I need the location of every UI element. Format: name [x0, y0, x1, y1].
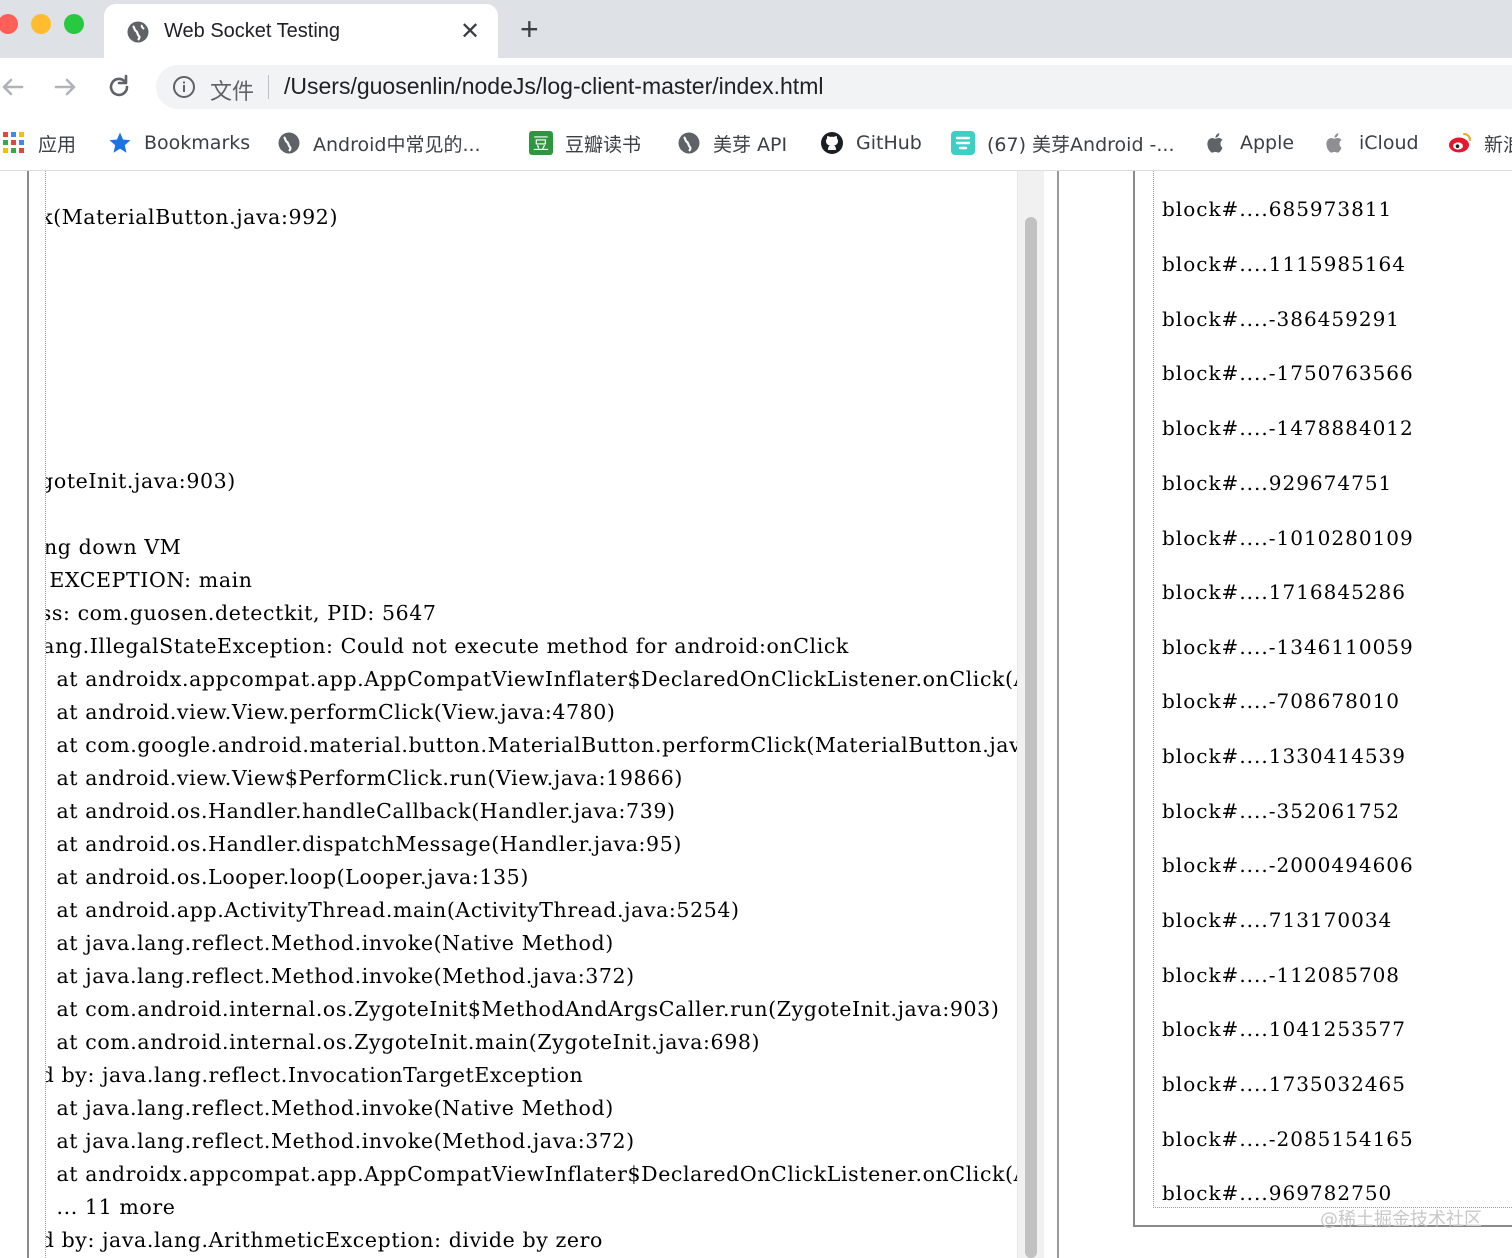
block-item: block#....929674751 [1162, 471, 1393, 495]
block-item: block#....-2000494606 [1162, 853, 1414, 877]
apple-icon [1326, 133, 1342, 153]
bookmarks-bar: 应用 Bookmarks Android中常见的... 豆 豆瓣读书 美芽 AP… [0, 116, 1512, 171]
panel-divider [1057, 171, 1059, 1258]
github-icon [821, 132, 843, 154]
bookmark-douban[interactable]: 豆 豆瓣读书 [529, 128, 641, 158]
globe-icon [127, 21, 149, 43]
apps-grid-icon [3, 132, 24, 153]
block-item: block#....-112085708 [1162, 963, 1401, 987]
block-item: block#....-1346110059 [1162, 635, 1414, 659]
reload-icon[interactable] [104, 72, 134, 102]
block-item: block#....1330414539 [1162, 744, 1406, 768]
bookmark-label: 美芽 API [713, 133, 788, 156]
svg-text:豆: 豆 [533, 134, 549, 153]
block-list[interactable]: block#....685973811 block#....1115985164… [1153, 171, 1512, 1208]
bookmark-apps[interactable]: 应用 [2, 128, 76, 158]
bookmark-label: Bookmarks [144, 132, 251, 154]
bookmark-android-common[interactable]: Android中常见的... [277, 128, 481, 158]
log-output[interactable]: ck(MaterialButton.java:992) ygoteInit.ja… [45, 171, 1018, 1258]
url-text[interactable]: /Users/guosenlin/nodeJs/log-client-maste… [284, 73, 823, 100]
info-icon[interactable] [172, 75, 196, 99]
apple-icon [1207, 133, 1223, 153]
block-item: block#....713170034 [1162, 908, 1393, 932]
scheme-label: 文件 [210, 80, 255, 105]
tab-web-socket-testing[interactable]: Web Socket Testing ✕ [104, 4, 498, 58]
bookmark-sina[interactable]: 新浪 [1448, 128, 1512, 158]
bookmark-github[interactable]: GitHub [820, 128, 922, 158]
block-item: block#....-1750763566 [1162, 361, 1414, 385]
toolbar: 文件 /Users/guosenlin/nodeJs/log-client-ma… [0, 58, 1512, 116]
block-item: block#....-2085154165 [1162, 1127, 1414, 1151]
bookmark-label: 新浪 [1484, 133, 1512, 156]
block-item: block#....-352061752 [1162, 799, 1401, 823]
bookmark-label: (67) 美芽Android -... [987, 133, 1175, 156]
forward-arrow-icon[interactable] [50, 72, 80, 102]
log-text: ck(MaterialButton.java:992) ygoteInit.ja… [45, 205, 1018, 1252]
tab-strip: Web Socket Testing ✕ + [0, 0, 1512, 58]
bookmark-bookmarks[interactable]: Bookmarks [108, 128, 250, 158]
bookmark-label: Android中常见的... [313, 133, 481, 156]
block-item: block#....1115985164 [1162, 252, 1406, 276]
tab-title: Web Socket Testing [164, 20, 341, 42]
globe-icon [678, 132, 700, 154]
omnibox-divider [268, 75, 269, 99]
globe-icon [278, 132, 300, 154]
log-scrollbar[interactable] [1017, 171, 1044, 1258]
block-item: block#....969782750 [1162, 1181, 1393, 1205]
bookmark-label: Apple [1240, 132, 1295, 154]
tab-close-icon[interactable]: ✕ [460, 18, 480, 44]
block-item: block#....685973811 [1162, 197, 1393, 221]
bookmark-icloud[interactable]: iCloud [1323, 128, 1419, 158]
block-item: block#....-386459291 [1162, 307, 1401, 331]
bookmark-meiya-android[interactable]: (67) 美芽Android -... [951, 128, 1175, 158]
douban-icon: 豆 [529, 131, 553, 155]
log-panel: ck(MaterialButton.java:992) ygoteInit.ja… [27, 171, 1044, 1258]
block-item: block#....1041253577 [1162, 1017, 1406, 1041]
watermark: @稀土掘金技术社区 [1320, 1209, 1482, 1230]
weibo-icon [1449, 133, 1471, 153]
block-panel: block#....685973811 block#....1115985164… [1133, 171, 1512, 1227]
bookmark-meiya-api[interactable]: 美芽 API [677, 128, 787, 158]
block-item: block#....-1010280109 [1162, 526, 1414, 550]
close-window-button[interactable] [0, 14, 18, 34]
page-content: ck(MaterialButton.java:992) ygoteInit.ja… [0, 171, 1512, 1258]
bookmark-label: GitHub [856, 132, 922, 154]
block-item: block#....-708678010 [1162, 689, 1401, 713]
back-arrow-icon[interactable] [0, 72, 28, 102]
minimize-window-button[interactable] [31, 14, 51, 34]
block-item: block#....1716845286 [1162, 580, 1406, 604]
bookmark-label: iCloud [1359, 132, 1419, 154]
star-icon [109, 132, 131, 153]
address-bar[interactable]: 文件 /Users/guosenlin/nodeJs/log-client-ma… [156, 65, 1512, 109]
block-item: block#....-1478884012 [1162, 416, 1414, 440]
maximize-window-button[interactable] [64, 14, 84, 34]
bookmark-apple[interactable]: Apple [1204, 128, 1294, 158]
new-tab-button[interactable]: + [520, 12, 539, 46]
scrollbar-thumb[interactable] [1025, 217, 1037, 1258]
block-item: block#....1735032465 [1162, 1072, 1406, 1096]
bookmark-label: 应用 [38, 133, 77, 156]
meiya-icon [951, 131, 975, 155]
bookmark-label: 豆瓣读书 [565, 133, 642, 156]
